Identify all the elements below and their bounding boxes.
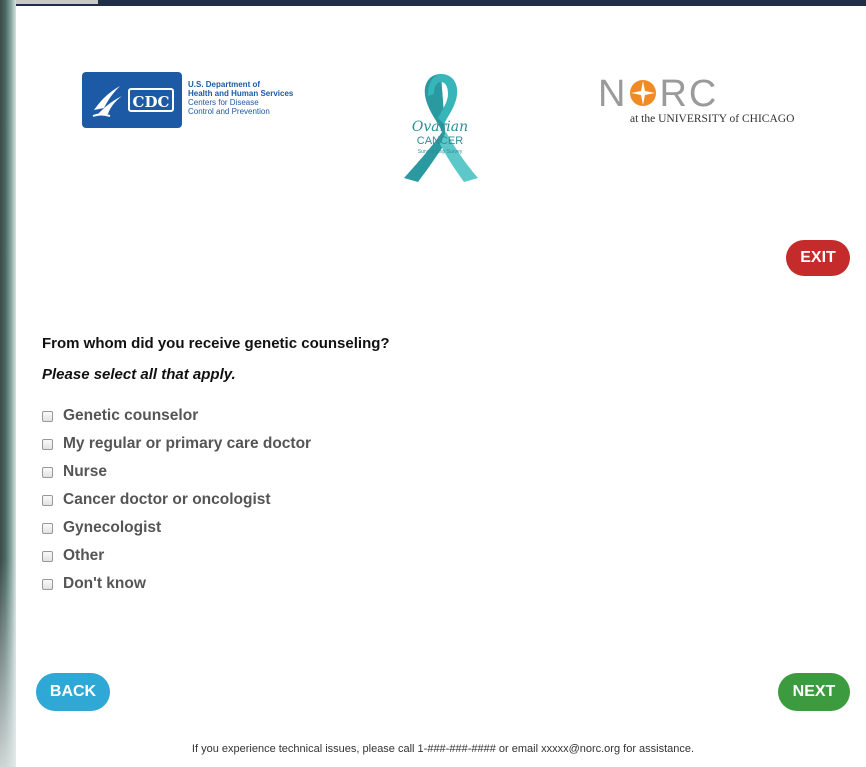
back-button[interactable]: BACK [36, 673, 110, 711]
cdc-logo: CDC [82, 72, 182, 128]
hhs-line: Health and Human Services [188, 89, 294, 98]
norc-university-tagline: at the UNIVERSITY of CHICAGO [630, 113, 795, 125]
question-text: From whom did you receive genetic counse… [42, 335, 390, 352]
option-primary-care-doctor[interactable]: My regular or primary care doctor [42, 430, 311, 458]
support-footer-text: If you experience technical issues, plea… [191, 743, 695, 755]
norc-star-o-icon [628, 76, 658, 106]
checkbox[interactable] [42, 578, 53, 590]
norc-logo: N RC [598, 74, 718, 114]
option-oncologist[interactable]: Cancer doctor or oncologist [42, 486, 311, 514]
checkbox[interactable] [42, 410, 53, 422]
checkbox[interactable] [42, 494, 53, 506]
answer-options: Genetic counselor My regular or primary … [42, 402, 311, 598]
cdc-line: Centers for Disease [188, 98, 259, 107]
norc-letters-rc: RC [659, 73, 719, 115]
option-gynecologist[interactable]: Gynecologist [42, 514, 311, 542]
option-dont-know[interactable]: Don't know [42, 570, 311, 598]
ribbon-title-cancer: CANCER [416, 135, 464, 147]
option-genetic-counselor[interactable]: Genetic counselor [42, 402, 311, 430]
ribbon-subtitle: Survivorship Survey [417, 149, 463, 155]
option-nurse[interactable]: Nurse [42, 458, 311, 486]
hhs-line: U.S. Department of [188, 80, 261, 89]
option-label[interactable]: Gynecologist [63, 519, 161, 537]
norc-letter-n: N [598, 73, 628, 115]
exit-button[interactable]: EXIT [786, 240, 850, 276]
question-instruction: Please select all that apply. [42, 366, 236, 383]
cdc-wordmark: CDC [128, 88, 174, 112]
cdc-line: Control and Prevention [188, 107, 270, 116]
ribbon-title-ovarian: Ovarian [411, 119, 469, 135]
option-label[interactable]: Nurse [63, 463, 107, 481]
window-top-border [0, 0, 866, 6]
option-label[interactable]: My regular or primary care doctor [63, 435, 311, 453]
checkbox[interactable] [42, 466, 53, 478]
option-label[interactable]: Genetic counselor [63, 407, 198, 425]
option-label[interactable]: Cancer doctor or oncologist [63, 491, 271, 509]
next-button[interactable]: NEXT [778, 673, 850, 711]
option-label[interactable]: Other [63, 547, 104, 565]
hhs-cdc-text: U.S. Department of Health and Human Serv… [188, 80, 318, 116]
option-label[interactable]: Don't know [63, 575, 146, 593]
checkbox[interactable] [42, 522, 53, 534]
window-left-border-fade [0, 560, 16, 767]
hhs-eagle-icon [92, 86, 122, 117]
checkbox[interactable] [42, 438, 53, 450]
checkbox[interactable] [42, 550, 53, 562]
option-other[interactable]: Other [42, 542, 311, 570]
